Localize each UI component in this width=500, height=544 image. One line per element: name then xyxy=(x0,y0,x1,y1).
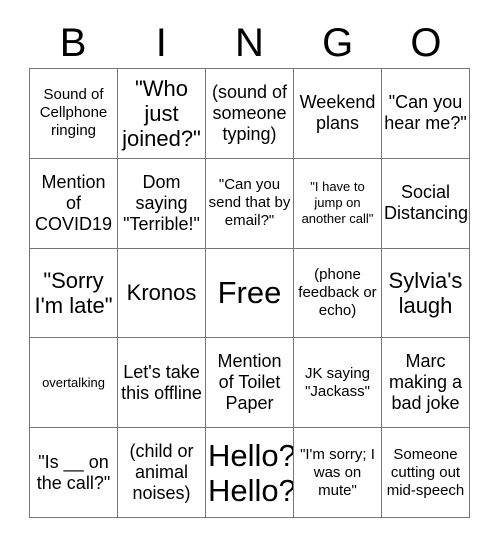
bingo-cell[interactable]: JK saying "Jackass" xyxy=(294,338,381,428)
bingo-cell[interactable]: Someone cutting out mid-speech xyxy=(382,428,469,517)
bingo-cell-text: JK saying "Jackass" xyxy=(304,364,371,400)
bingo-cell[interactable]: Mention of COVID19 xyxy=(30,158,117,248)
bingo-cell[interactable]: "Who just joined?" xyxy=(118,69,205,158)
bingo-header: B I N G O xyxy=(29,18,470,68)
bingo-cell-text: Weekend plans xyxy=(299,92,376,134)
bingo-cell-text: Free xyxy=(217,275,282,311)
header-letter-i: I xyxy=(155,21,167,65)
bingo-cell[interactable]: Sound of Cellphone ringing xyxy=(30,69,117,158)
bingo-cell[interactable]: Marc making a bad joke xyxy=(382,338,469,428)
bingo-cell[interactable]: Let's take this offline xyxy=(118,338,205,428)
bingo-cell[interactable]: Kronos xyxy=(118,248,205,338)
bingo-cell-text: Marc making a bad joke xyxy=(388,351,463,414)
bingo-cell[interactable]: "I have to jump on another call" xyxy=(294,158,381,248)
bingo-cell-text: Let's take this offline xyxy=(121,361,202,403)
bingo-cell-text: "Sorry I'm late" xyxy=(34,267,113,318)
bingo-cell-text: "Who just joined?" xyxy=(122,75,201,151)
bingo-cell[interactable]: "Can you hear me?" xyxy=(382,69,469,158)
bingo-cell[interactable]: (sound of someone typing) xyxy=(206,69,293,158)
bingo-cell-text: Dom saying "Terrible!" xyxy=(123,171,200,234)
bingo-cell[interactable]: "I'm sorry; I was on mute" xyxy=(294,428,381,517)
header-letter-b: B xyxy=(59,21,87,65)
bingo-cell-free[interactable]: Free xyxy=(206,248,293,338)
bingo-cell-text: (sound of someone typing) xyxy=(211,81,288,144)
bingo-cell-text: Mention of Toilet Paper xyxy=(217,351,282,414)
bingo-cell[interactable]: "Is __ on the call?" xyxy=(30,428,117,517)
bingo-cell-text: "Can you send that by email?" xyxy=(208,176,291,230)
bingo-cell-text: Mention of COVID19 xyxy=(34,171,113,234)
bingo-cell-text: (child or animal noises) xyxy=(129,441,194,504)
bingo-cell[interactable]: overtalking xyxy=(30,338,117,428)
header-letter-n: N xyxy=(235,21,264,65)
bingo-card: B I N G O Sound of Cellphone ringing "Wh… xyxy=(0,0,500,544)
bingo-cell[interactable]: Dom saying "Terrible!" xyxy=(118,158,205,248)
bingo-cell[interactable]: Social Distancing xyxy=(382,158,469,248)
bingo-cell[interactable]: Mention of Toilet Paper xyxy=(206,338,293,428)
bingo-cell-text: Social Distancing xyxy=(384,182,469,224)
header-letter-o: O xyxy=(410,21,442,65)
header-letter-g: G xyxy=(322,21,354,65)
bingo-cell-text: "I have to jump on another call" xyxy=(301,179,374,227)
bingo-grid: Sound of Cellphone ringing "Who just joi… xyxy=(29,68,470,518)
bingo-cell[interactable]: Sylvia's laugh xyxy=(382,248,469,338)
bingo-cell[interactable]: Weekend plans xyxy=(294,69,381,158)
bingo-cell[interactable]: (phone feedback or echo) xyxy=(294,248,381,338)
bingo-cell-text: "Is __ on the call?" xyxy=(36,451,111,493)
bingo-cell-text: Sound of Cellphone ringing xyxy=(39,86,108,140)
bingo-cell-text: Sylvia's laugh xyxy=(388,267,463,318)
bingo-cell[interactable]: "Can you send that by email?" xyxy=(206,158,293,248)
bingo-cell[interactable]: (child or animal noises) xyxy=(118,428,205,517)
bingo-cell-text: overtalking xyxy=(42,374,105,390)
bingo-cell[interactable]: Hello? Hello? xyxy=(206,428,293,517)
bingo-cell-text: "Can you hear me?" xyxy=(384,92,467,134)
bingo-cell-text: "I'm sorry; I was on mute" xyxy=(300,445,375,499)
bingo-cell-text: Someone cutting out mid-speech xyxy=(386,445,465,499)
bingo-cell[interactable]: "Sorry I'm late" xyxy=(30,248,117,338)
bingo-cell-text: (phone feedback or echo) xyxy=(298,265,377,319)
bingo-cell-text: Kronos xyxy=(126,280,197,306)
bingo-cell-text: Hello? Hello? xyxy=(208,437,293,508)
